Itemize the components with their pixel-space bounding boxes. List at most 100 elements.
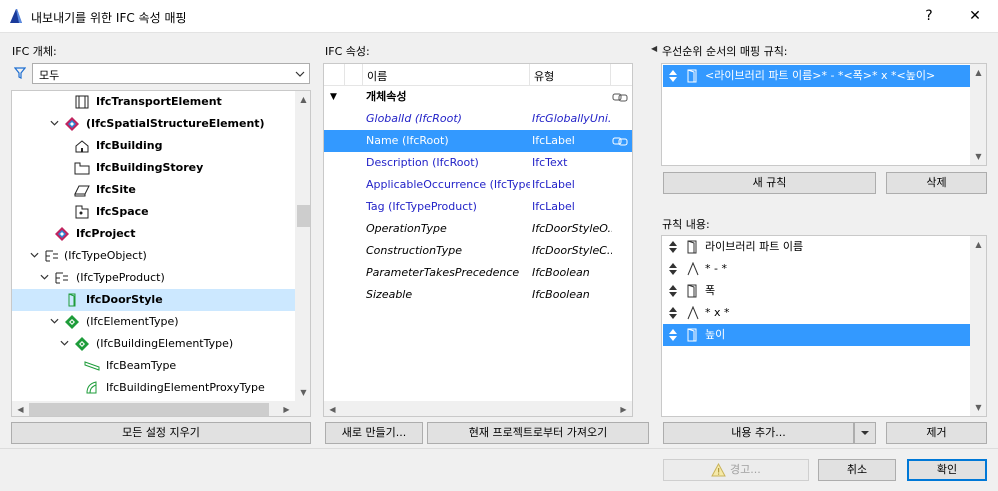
scroll-up-arrow[interactable]: ▲ [970, 236, 986, 253]
chevron-down-icon[interactable] [38, 267, 50, 289]
content-vertical-scrollbar[interactable]: ▲ ▼ [970, 236, 986, 416]
rule-content-text: 높이 [705, 328, 726, 341]
rule-content-row[interactable]: 높이 [663, 324, 970, 346]
scroll-down-arrow[interactable]: ▼ [970, 399, 986, 416]
door-icon [687, 284, 697, 298]
spatial-structure-icon [64, 117, 80, 131]
rule-content-list[interactable]: 라이브러리 파트 이름 * - * 폭 * x * 높이 ▲ ▼ [661, 235, 987, 417]
rule-content-row[interactable]: * x * [663, 302, 970, 324]
import-from-project-button[interactable]: 현재 프로젝트로부터 가져오기 [427, 422, 649, 444]
chevron-down-icon[interactable] [48, 113, 60, 135]
property-group-row[interactable]: ▼ 개체속성 [324, 86, 632, 108]
column-header-type[interactable]: 유형 [534, 68, 554, 84]
rule-content-row[interactable]: * - * [663, 258, 970, 280]
mapping-rule-text: <라이브러리 파트 이름>* - *<폭>* x *<높이> [705, 69, 936, 82]
property-row[interactable]: Description (IfcRoot) IfcText [324, 152, 632, 174]
tree-item[interactable]: IfcDoorStyle [12, 289, 295, 311]
scroll-left-arrow[interactable]: ◀ [324, 401, 341, 416]
property-row[interactable]: ConstructionType IfcDoorStyleC... [324, 240, 632, 262]
clear-all-settings-button[interactable]: 모든 설정 지우기 [11, 422, 311, 444]
tree-vertical-scrollbar[interactable]: ▲ ▼ [295, 91, 310, 401]
reorder-icon[interactable] [669, 329, 677, 341]
collapse-arrow-icon[interactable]: ◀ [651, 44, 657, 53]
cancel-button[interactable]: 취소 [818, 459, 896, 481]
scroll-right-arrow[interactable]: ▶ [278, 401, 295, 416]
reorder-icon[interactable] [669, 241, 677, 253]
tree-item[interactable]: (IfcBuildingElementType) [12, 333, 295, 355]
add-content-dropdown[interactable] [854, 422, 876, 444]
building-element-type-icon [74, 337, 90, 351]
scroll-down-arrow[interactable]: ▼ [295, 384, 310, 401]
tree-item[interactable]: (IfcSpatialStructureElement) [12, 113, 295, 135]
reorder-icon[interactable] [669, 307, 677, 319]
tree-item[interactable]: (IfcTypeProduct) [12, 267, 295, 289]
delete-rule-button[interactable]: 삭제 [886, 172, 987, 194]
property-type: IfcDoorStyleC... [532, 244, 612, 257]
property-type: IfcLabel [532, 178, 575, 191]
ifc-object-tree[interactable]: IfcTransportElement (IfcSpatialStructureE… [11, 90, 311, 417]
tree-item[interactable]: IfcBuilding [12, 135, 295, 157]
door-icon [687, 240, 697, 254]
ok-button[interactable]: 확인 [907, 459, 987, 481]
tree-item[interactable]: IfcSite [12, 179, 295, 201]
project-icon [54, 227, 70, 241]
tree-item[interactable]: IfcBuildingStorey [12, 157, 295, 179]
chevron-down-icon[interactable] [48, 311, 60, 333]
scroll-right-arrow[interactable]: ▶ [615, 401, 632, 416]
chevron-down-icon [861, 431, 869, 435]
h-scroll-thumb[interactable] [29, 403, 269, 416]
property-row[interactable]: ApplicableOccurrence (IfcType... IfcLabel [324, 174, 632, 196]
rule-content-row[interactable]: 라이브러리 파트 이름 [663, 236, 970, 258]
new-rule-button[interactable]: 새 규칙 [663, 172, 876, 194]
tree-item[interactable]: IfcSpace [12, 201, 295, 223]
close-button[interactable]: ✕ [952, 0, 998, 32]
scroll-up-arrow[interactable]: ▲ [295, 91, 310, 108]
reorder-icon[interactable] [669, 263, 677, 275]
window-title: 내보내기를 위한 IFC 속성 매핑 [31, 11, 187, 25]
mapping-rules-list[interactable]: <라이브러리 파트 이름>* - *<폭>* x *<높이> ▲ ▼ [661, 63, 987, 166]
tree-item[interactable]: (IfcElementType) [12, 311, 295, 333]
scroll-left-arrow[interactable]: ◀ [12, 401, 29, 416]
property-row[interactable]: Sizeable IfcBoolean [324, 284, 632, 306]
tree-item[interactable]: IfcBeamType [12, 355, 295, 377]
tree-item[interactable]: IfcTransportElement [12, 91, 295, 113]
door-icon [687, 328, 697, 342]
help-button[interactable]: ? [906, 0, 952, 32]
filter-value: 모두 [39, 69, 60, 82]
property-type: IfcBoolean [532, 266, 590, 279]
tree-item[interactable]: IfcBuildingElementProxyType [12, 377, 295, 399]
remove-content-button[interactable]: 제거 [886, 422, 987, 444]
mapping-rules-label: 우선순위 순서의 매핑 규칙: [662, 45, 788, 58]
scroll-up-arrow[interactable]: ▲ [970, 64, 986, 81]
add-content-button[interactable]: 내용 추가... [663, 422, 854, 444]
property-row[interactable]: Name (IfcRoot) IfcLabel [324, 130, 632, 152]
property-row[interactable]: Tag (IfcTypeProduct) IfcLabel [324, 196, 632, 218]
filter-select[interactable]: 모두 [32, 63, 310, 84]
ifc-properties-table[interactable]: 이름 유형 ▼ 개체속성 GlobalId (IfcRoot) IfcGlobal… [323, 63, 633, 417]
property-type: IfcText [532, 156, 568, 169]
mapping-rule-row[interactable]: <라이브러리 파트 이름>* - *<폭>* x *<높이> [663, 65, 970, 87]
reorder-icon[interactable] [669, 70, 677, 82]
warning-button: 경고... [663, 459, 809, 481]
tree-item-label: IfcBuildingElementProxyType [106, 381, 265, 394]
rules-vertical-scrollbar[interactable]: ▲ ▼ [970, 64, 986, 165]
chevron-down-icon[interactable] [58, 333, 70, 355]
tree-horizontal-scrollbar[interactable]: ◀ ▶ [12, 401, 310, 416]
property-row[interactable]: ParameterTakesPrecedence IfcBoolean [324, 262, 632, 284]
property-row[interactable]: OperationType IfcDoorStyleO... [324, 218, 632, 240]
scroll-thumb[interactable] [297, 205, 310, 227]
chevron-down-icon[interactable] [28, 245, 40, 267]
rule-content-row[interactable]: 폭 [663, 280, 970, 302]
property-row[interactable]: GlobalId (IfcRoot) IfcGloballyUni... [324, 108, 632, 130]
new-property-button[interactable]: 새로 만들기... [325, 422, 423, 444]
tree-item[interactable]: IfcProject [12, 223, 295, 245]
tree-item[interactable]: (IfcTypeObject) [12, 245, 295, 267]
property-name: ParameterTakesPrecedence [366, 266, 520, 279]
scroll-down-arrow[interactable]: ▼ [970, 148, 986, 165]
properties-horizontal-scrollbar[interactable]: ◀ ▶ [324, 401, 632, 416]
property-name: OperationType [366, 222, 447, 235]
text-a-icon [687, 306, 699, 320]
reorder-icon[interactable] [669, 285, 677, 297]
tree-item-label: (IfcElementType) [86, 315, 179, 328]
column-header-name[interactable]: 이름 [367, 68, 387, 84]
